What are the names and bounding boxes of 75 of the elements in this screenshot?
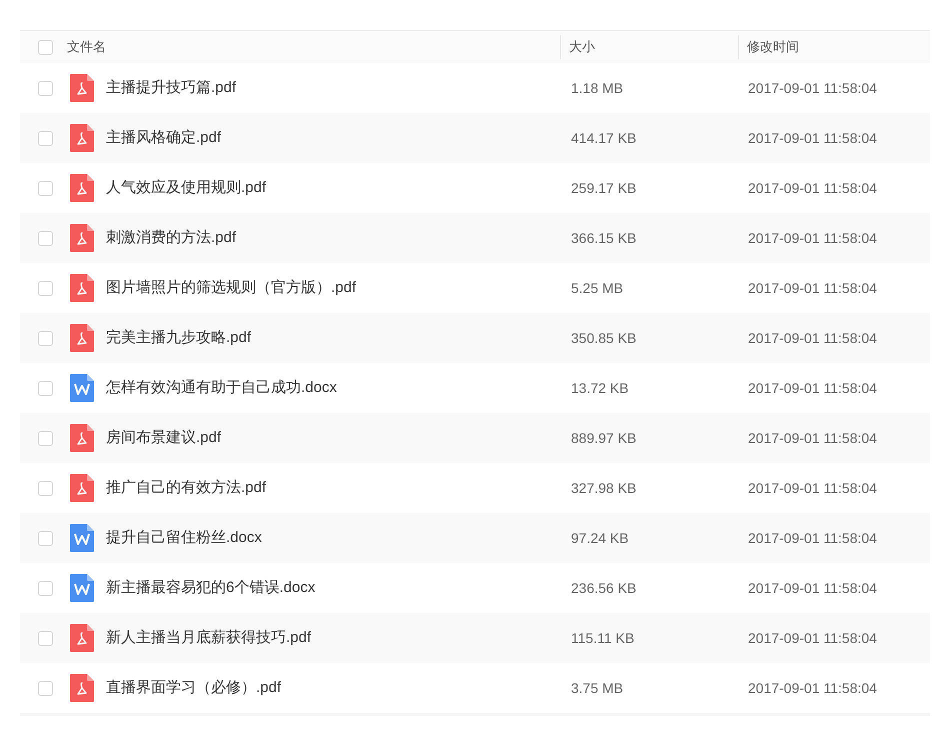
modified-time: 2017-09-01 11:58:04 xyxy=(747,578,877,598)
file-name: 提升自己留住粉丝.docx xyxy=(106,528,262,548)
column-header: 修改时间 xyxy=(747,38,799,56)
file-size: 115.11 KB xyxy=(570,628,636,648)
pdf-file-icon xyxy=(70,424,94,452)
word-file-icon xyxy=(70,374,94,402)
pdf-file-icon xyxy=(70,674,94,702)
modified-time: 2017-09-01 11:58:04 xyxy=(747,478,877,498)
file-name: 新人主播当月底薪获得技巧.pdf xyxy=(106,628,312,648)
file-name: 刺激消费的方法.pdf xyxy=(106,228,236,248)
file-row[interactable]: 提升自己留住粉丝.docx 97.24 KB 2017-09-01 11:58:04 xyxy=(20,513,930,563)
file-name: 怎样有效沟通有助于自己成功.docx xyxy=(106,378,337,398)
file-name: 直播界面学习（必修）.pdf xyxy=(106,678,282,698)
modified-time: 2017-09-01 11:58:04 xyxy=(747,178,877,198)
checkbox[interactable] xyxy=(38,630,53,646)
file-name: 房间布景建议.pdf xyxy=(106,428,222,448)
file-row[interactable]: 主播风格确定.pdf 414.17 KB 2017-09-01 11:58:04 xyxy=(20,113,930,163)
file-size: 414.17 KB xyxy=(570,128,638,148)
file-size: 236.56 KB xyxy=(570,578,638,598)
file-size: 366.15 KB xyxy=(570,228,638,248)
pdf-file-icon xyxy=(70,124,94,152)
file-row[interactable]: 新人主播当月底薪获得技巧.pdf 115.11 KB 2017-09-01 11:58:04 xyxy=(20,613,930,663)
file-row[interactable]: 刺激消费的方法.pdf 366.15 KB 2017-09-01 11:58:04 xyxy=(20,213,930,263)
checkbox[interactable] xyxy=(38,430,53,446)
checkbox[interactable] xyxy=(38,680,53,696)
file-size: 13.72 KB xyxy=(570,378,630,398)
file-name: 人气效应及使用规则.pdf xyxy=(106,178,266,198)
checkbox[interactable] xyxy=(38,130,53,146)
file-size: 1.18 MB xyxy=(570,78,624,98)
checkbox[interactable] xyxy=(38,40,53,54)
file-row[interactable]: 完美主播九步攻略.pdf 350.85 KB 2017-09-01 11:58:04 xyxy=(20,313,930,363)
checkbox[interactable] xyxy=(38,580,53,596)
modified-time: 2017-09-01 11:58:04 xyxy=(747,678,877,698)
pdf-file-icon xyxy=(70,74,94,102)
pdf-file-icon xyxy=(70,624,94,652)
file-size: 3.75 MB xyxy=(570,678,624,698)
modified-time: 2017-09-01 11:58:04 xyxy=(747,278,877,298)
file-name: 主播提升技巧篇.pdf xyxy=(106,78,236,98)
file-size: 5.25 MB xyxy=(570,278,624,298)
file-size: 259.17 KB xyxy=(570,178,638,198)
checkbox[interactable] xyxy=(38,530,53,546)
file-name: 主播风格确定.pdf xyxy=(106,128,222,148)
checkbox[interactable] xyxy=(38,80,53,96)
word-file-icon xyxy=(70,524,94,552)
checkbox[interactable] xyxy=(38,380,53,396)
file-name: 推广自己的有效方法.pdf xyxy=(106,478,266,498)
modified-time: 2017-09-01 11:58:04 xyxy=(747,628,877,648)
modified-time: 2017-09-01 11:58:04 xyxy=(747,378,877,398)
pdf-file-icon xyxy=(70,174,94,202)
checkbox[interactable] xyxy=(38,280,53,296)
file-size: 97.24 KB xyxy=(570,528,630,548)
file-size: 889.97 KB xyxy=(570,428,638,448)
modified-time: 2017-09-01 11:58:04 xyxy=(747,328,877,348)
checkbox[interactable] xyxy=(38,330,53,346)
pdf-file-icon xyxy=(70,274,94,302)
checkbox[interactable] xyxy=(38,180,53,196)
pdf-file-icon xyxy=(70,474,94,502)
word-file-icon xyxy=(70,574,94,602)
file-size: 327.98 KB xyxy=(570,478,638,498)
file-row[interactable]: 房间布景建议.pdf 889.97 KB 2017-09-01 11:58:04 xyxy=(20,413,930,463)
modified-time: 2017-09-01 11:58:04 xyxy=(747,528,877,548)
checkbox[interactable] xyxy=(38,230,53,246)
modified-time: 2017-09-01 11:58:04 xyxy=(747,228,877,248)
file-name: 图片墙照片的筛选规则（官方版）.pdf xyxy=(106,278,356,298)
modified-time: 2017-09-01 11:58:04 xyxy=(747,78,877,98)
checkbox[interactable] xyxy=(38,480,53,496)
modified-time: 2017-09-01 11:58:04 xyxy=(747,428,877,448)
column-header: 文件名 xyxy=(67,38,106,56)
file-name: 新主播最容易犯的6个错误.docx xyxy=(106,578,316,598)
pdf-file-icon xyxy=(70,224,94,252)
file-size: 350.85 KB xyxy=(570,328,638,348)
column-header: 大小 xyxy=(569,38,595,56)
file-name: 完美主播九步攻略.pdf xyxy=(106,328,252,348)
pdf-file-icon xyxy=(70,324,94,352)
modified-time: 2017-09-01 11:58:04 xyxy=(747,128,877,148)
